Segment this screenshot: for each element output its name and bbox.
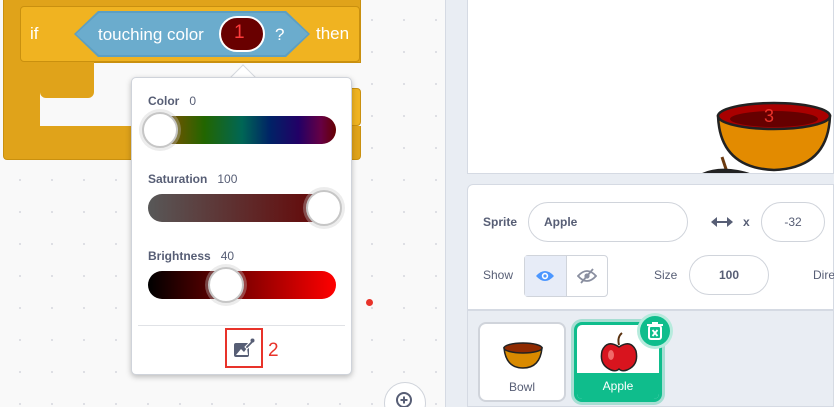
sprite-tile-bowl[interactable]: Bowl <box>478 322 566 402</box>
size-value: 100 <box>718 268 740 282</box>
size-input[interactable]: 100 <box>689 255 769 295</box>
x-position-input[interactable]: -32 <box>761 202 825 242</box>
saturation-label: Saturation <box>148 172 208 186</box>
zoom-in-icon <box>396 392 412 407</box>
trash-icon <box>647 322 663 340</box>
color-slider-group: Color 0 <box>142 94 336 148</box>
show-label: Show <box>483 268 514 282</box>
delete-sprite-button[interactable] <box>637 313 673 349</box>
brightness-label: Brightness <box>148 249 211 263</box>
if-block-notch <box>40 62 94 98</box>
saturation-slider-knob[interactable] <box>306 190 342 226</box>
show-hidden-button[interactable] <box>567 256 608 296</box>
sprite-name-value: Apple <box>544 215 578 229</box>
bowl-thumbnail <box>503 342 543 369</box>
question-mark: ? <box>275 25 285 44</box>
sprite-name-input[interactable]: Apple <box>528 202 688 242</box>
sprite-label: Sprite <box>483 215 518 229</box>
touching-color-label: touching color <box>98 25 204 44</box>
saturation-value: 100 <box>217 172 238 186</box>
zoom-in-button[interactable] <box>384 382 426 407</box>
direction-label: Dire <box>813 268 834 282</box>
show-visible-button[interactable] <box>525 256 567 296</box>
x-label: x <box>743 215 750 229</box>
visibility-toggle <box>524 255 608 297</box>
color-label: Color <box>148 94 180 108</box>
color-slider-knob[interactable] <box>142 112 178 148</box>
then-label: then <box>316 24 350 43</box>
brightness-slider-group: Brightness 40 <box>148 249 336 303</box>
color-value: 0 <box>189 94 197 108</box>
horizontal-arrows-icon <box>711 217 733 227</box>
annotation-marker-2: 2 <box>268 340 279 361</box>
saturation-slider-group: Saturation 100 <box>148 172 342 226</box>
eye-icon <box>536 271 555 281</box>
annotation-marker-3: 3 <box>764 106 775 126</box>
sprite-tile-bowl-name: Bowl <box>508 380 535 394</box>
popover-divider <box>138 325 345 326</box>
sprite-info-panel: Sprite Apple x -32 Show Size 100 Dire <box>467 184 834 310</box>
eyedropper-icon <box>234 338 255 357</box>
brightness-slider-knob[interactable] <box>207 267 244 303</box>
annotation-marker-1: 1 <box>234 22 245 43</box>
eye-slash-icon <box>576 268 597 284</box>
if-label: if <box>30 24 39 43</box>
stage-sprites <box>702 101 832 173</box>
eyedropper-button[interactable] <box>225 328 263 368</box>
size-label: Size <box>654 268 678 282</box>
stage[interactable]: 3 <box>467 0 834 174</box>
x-position-value: -32 <box>784 215 802 229</box>
sprite-tile-apple-name: Apple <box>577 373 659 399</box>
brightness-value: 40 <box>220 249 235 263</box>
code-area[interactable]: if touching color 1 ? then Color 0 Satura… <box>0 0 445 407</box>
color-picker-popover: Color 0 Saturation 100 Brightness 40 <box>131 77 352 375</box>
panel-divider <box>445 0 455 407</box>
eyedropper-cursor-dot <box>366 299 373 306</box>
